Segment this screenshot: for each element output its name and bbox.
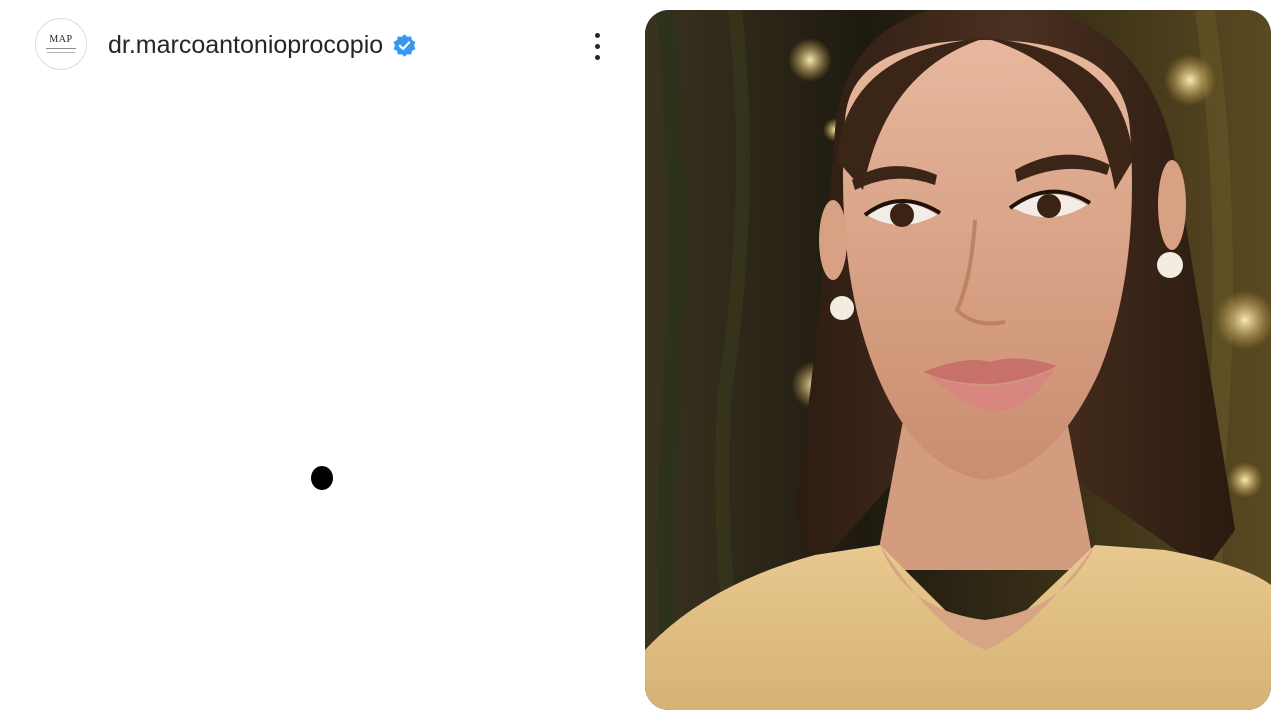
verified-badge-icon bbox=[393, 34, 416, 57]
more-vertical-icon-dot-bottom bbox=[594, 54, 600, 60]
more-vertical-icon-dot-top bbox=[594, 32, 600, 38]
profile-avatar[interactable]: MAP bbox=[35, 18, 87, 70]
loading-indicator bbox=[311, 466, 333, 490]
more-vertical-icon-dot-middle bbox=[594, 43, 600, 49]
avatar-logo-text: MAP bbox=[49, 34, 73, 45]
more-options-button[interactable] bbox=[582, 24, 612, 68]
portrait-photo bbox=[645, 10, 1271, 710]
avatar-logo-rule bbox=[46, 48, 76, 49]
instagram-post-screen: MAP dr.marcoantonioprocopio bbox=[0, 0, 1280, 720]
post-content-area bbox=[0, 92, 640, 720]
post-photo[interactable] bbox=[645, 10, 1271, 710]
avatar-logo-tagline bbox=[47, 52, 75, 53]
username-link[interactable]: dr.marcoantonioprocopio bbox=[108, 30, 383, 60]
post-header: MAP dr.marcoantonioprocopio bbox=[0, 0, 640, 92]
